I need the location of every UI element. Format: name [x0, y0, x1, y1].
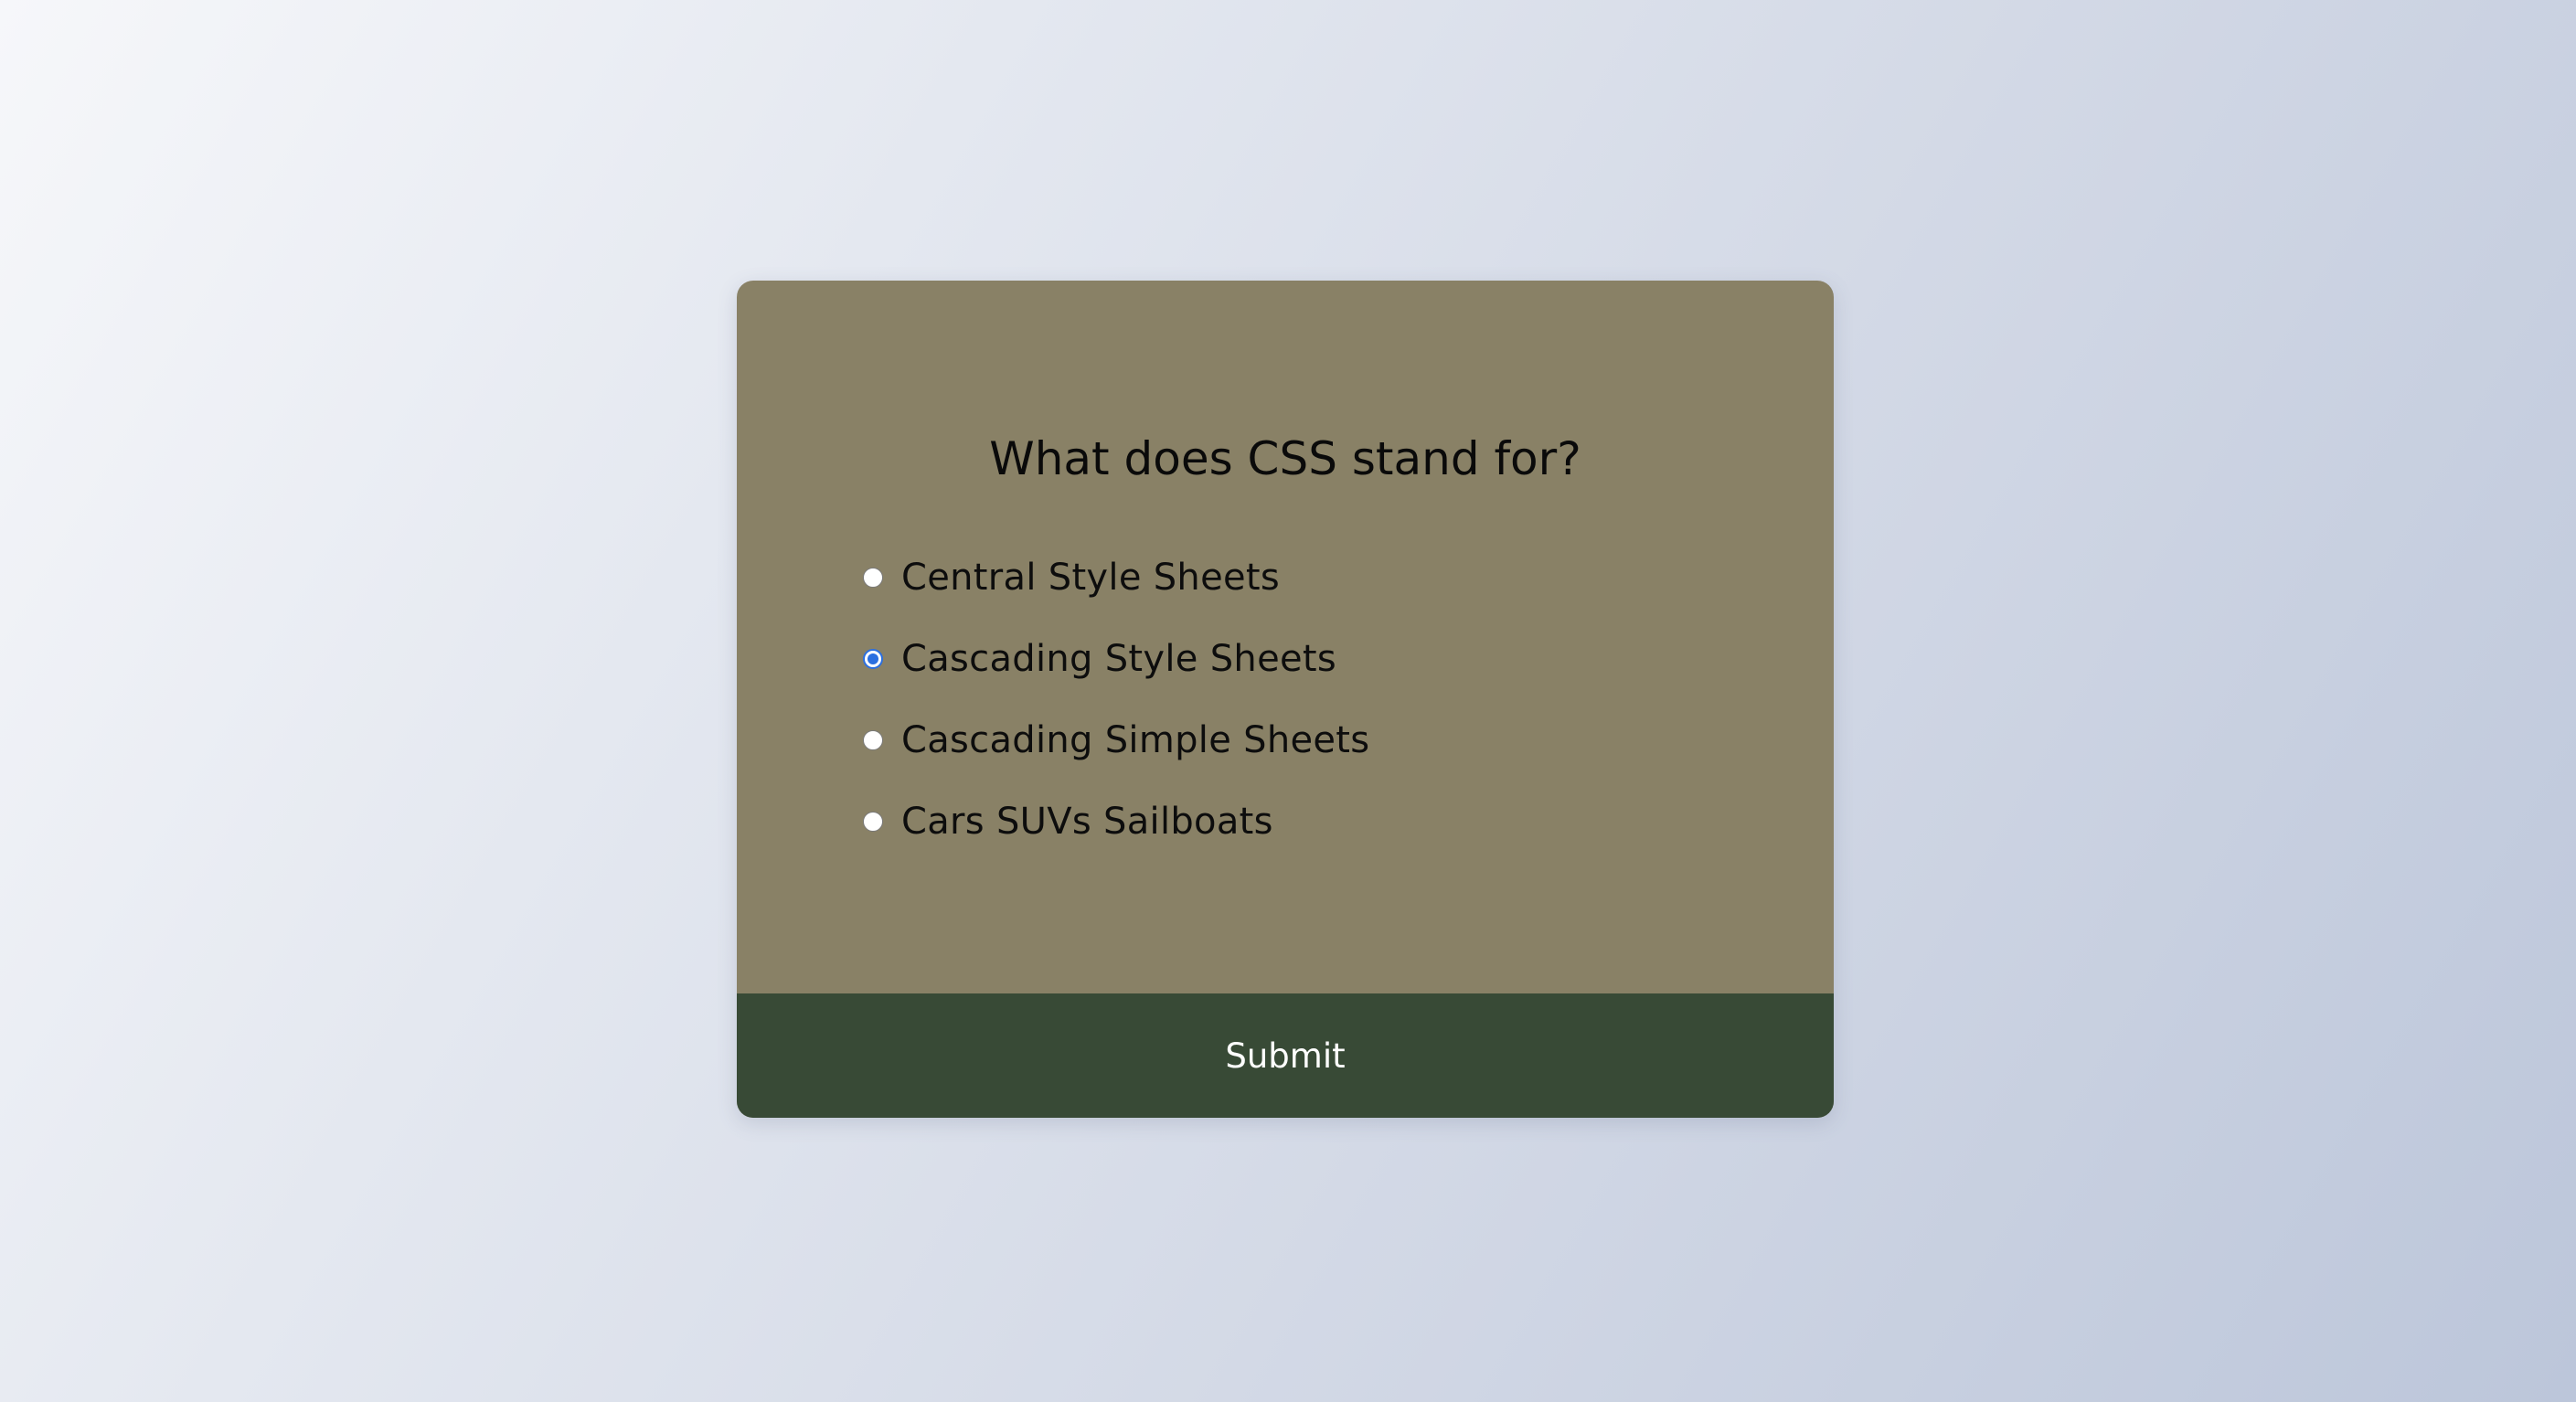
- radio-button[interactable]: [863, 812, 883, 832]
- answer-text: Cascading Style Sheets: [901, 638, 1337, 680]
- question-title: What does CSS stand for?: [989, 432, 1581, 485]
- quiz-card: What does CSS stand for? Central Style S…: [737, 281, 1834, 1118]
- radio-button[interactable]: [863, 568, 883, 588]
- radio-button-selected[interactable]: [863, 649, 883, 669]
- answer-option-cascading-simple-sheets[interactable]: Cascading Simple Sheets: [863, 713, 1594, 768]
- answer-label[interactable]: Cascading Style Sheets: [863, 638, 1336, 680]
- answer-text: Cars SUVs Sailboats: [901, 801, 1273, 843]
- answer-option-cars-suvs-sailboats[interactable]: Cars SUVs Sailboats: [863, 794, 1594, 849]
- answer-option-central-style-sheets[interactable]: Central Style Sheets: [863, 550, 1594, 605]
- answer-label[interactable]: Cars SUVs Sailboats: [863, 801, 1273, 843]
- answer-option-cascading-style-sheets[interactable]: Cascading Style Sheets: [863, 632, 1594, 686]
- radio-button[interactable]: [863, 730, 883, 750]
- answer-label[interactable]: Cascading Simple Sheets: [863, 719, 1369, 761]
- answer-text: Central Style Sheets: [901, 557, 1281, 599]
- answer-text: Cascading Simple Sheets: [901, 719, 1370, 761]
- submit-button[interactable]: Submit: [737, 993, 1834, 1118]
- answer-label[interactable]: Central Style Sheets: [863, 557, 1280, 599]
- quiz-body: What does CSS stand for? Central Style S…: [737, 281, 1834, 993]
